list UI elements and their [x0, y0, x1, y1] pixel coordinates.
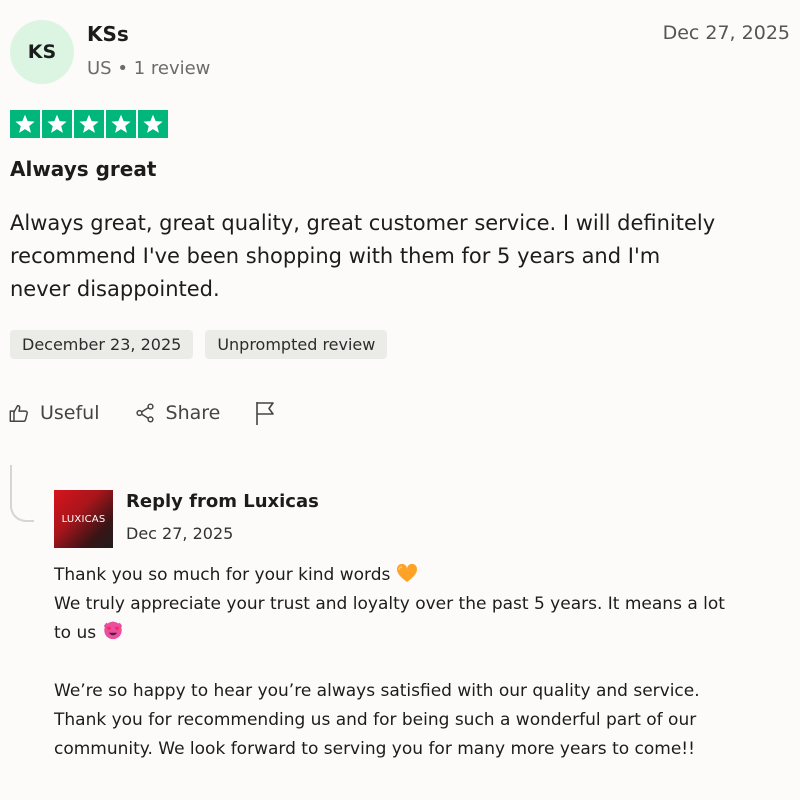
reply-title: Reply from Luxicas	[126, 491, 319, 512]
review-title[interactable]: Always great	[10, 157, 156, 181]
orange-heart-icon	[397, 563, 418, 583]
reply-line: to us	[54, 619, 794, 648]
review-body-line: Always great, great quality, great custo…	[10, 211, 716, 235]
reply-line: We’re so happy to hear you’re always sat…	[54, 681, 700, 701]
reply-line: Thank you for recommending us and for be…	[54, 710, 697, 730]
star-rating	[10, 110, 168, 138]
reply-date: Dec 27, 2025	[126, 524, 234, 543]
share-label: Share	[165, 402, 221, 424]
reply-line: community. We look forward to serving yo…	[54, 739, 695, 759]
review-card: KS KSs US • 1 review Dec 27, 2025 Always…	[0, 0, 800, 800]
meta-separator: •	[117, 58, 128, 79]
report-button[interactable]	[254, 400, 286, 426]
reviewer-country: US	[87, 58, 112, 79]
heart-eyes-icon	[104, 621, 122, 640]
star-icon	[42, 110, 72, 138]
unprompted-review-badge[interactable]: Unprompted review	[205, 330, 388, 359]
useful-label: Useful	[40, 402, 100, 424]
reply-connector	[10, 465, 34, 522]
avatar[interactable]: KS	[10, 20, 74, 84]
star-icon	[106, 110, 136, 138]
reply-text: to us	[54, 623, 97, 643]
company-logo[interactable]: LUXICAS	[54, 490, 113, 548]
review-date: Dec 27, 2025	[662, 22, 790, 44]
useful-button[interactable]: Useful	[8, 402, 100, 424]
review-body: Always great, great quality, great custo…	[10, 207, 750, 306]
reply-line: We truly appreciate your trust and loyal…	[54, 594, 725, 614]
reviewer-review-count: 1 review	[133, 58, 211, 79]
review-body-line: never disappointed.	[10, 277, 220, 301]
share-icon	[135, 403, 154, 423]
star-icon	[10, 110, 40, 138]
thumbs-up-icon	[9, 404, 28, 422]
star-icon	[74, 110, 104, 138]
reviewer-name[interactable]: KSs	[87, 22, 129, 46]
avatar-initials: KS	[27, 41, 57, 63]
reply-body: Thank you so much for your kind words We…	[54, 561, 794, 764]
share-button[interactable]: Share	[134, 402, 221, 424]
review-tags: December 23, 2025 Unprompted review	[10, 330, 388, 359]
reply-line: Thank you so much for your kind words	[54, 561, 794, 590]
reply-text: Thank you so much for your kind words	[54, 565, 391, 585]
review-body-line: recommend I've been shopping with them f…	[10, 244, 661, 268]
flag-icon	[256, 402, 275, 425]
experience-date-badge: December 23, 2025	[10, 330, 194, 359]
reviewer-meta: US • 1 review	[87, 58, 210, 79]
star-icon	[138, 110, 168, 138]
review-actions: Useful Share	[8, 400, 286, 426]
company-logo-text: LUXICAS	[61, 513, 106, 525]
